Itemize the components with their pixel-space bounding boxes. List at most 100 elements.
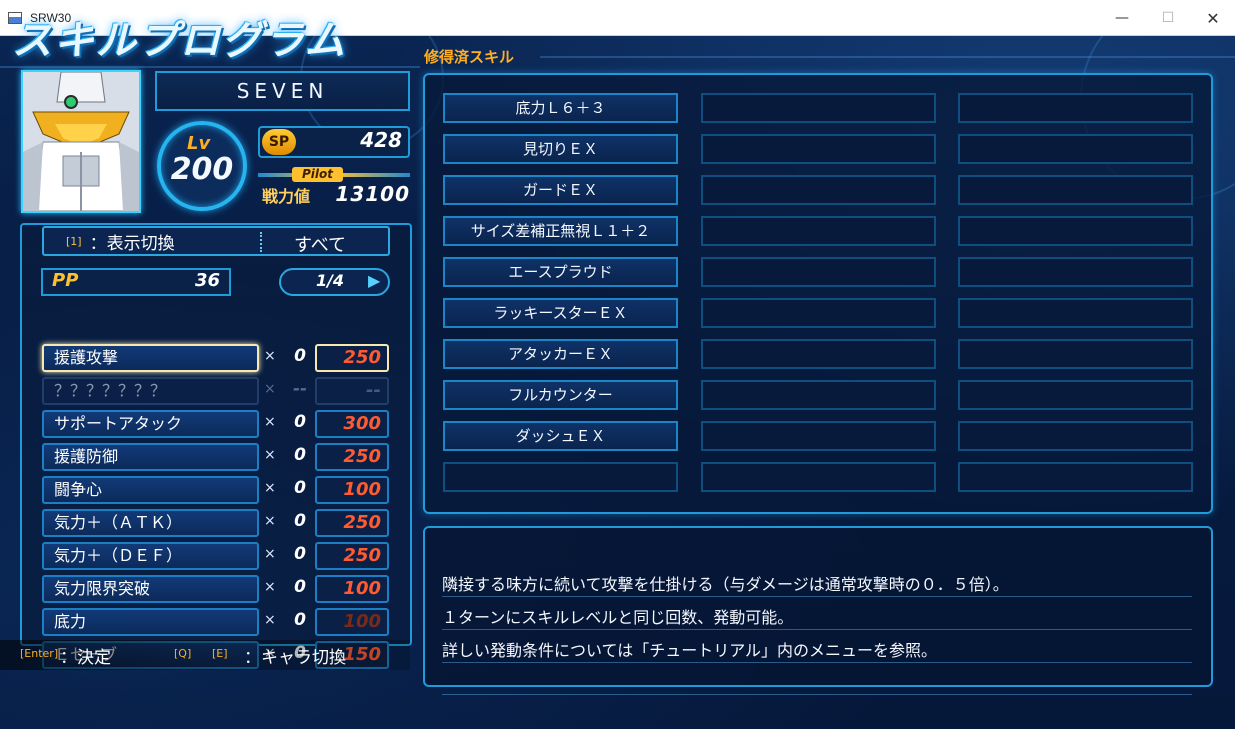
- empty-skill-slot[interactable]: [958, 93, 1193, 123]
- empty-skill-slot[interactable]: [701, 298, 936, 328]
- minimize-button[interactable]: —: [1099, 0, 1145, 36]
- empty-skill-slot[interactable]: [958, 257, 1193, 287]
- toggle-divider: [260, 232, 262, 252]
- empty-skill-slot[interactable]: [701, 257, 936, 287]
- empty-skill-slot[interactable]: [443, 462, 678, 492]
- multiply-icon: ×: [264, 447, 276, 463]
- empty-skill-slot[interactable]: [958, 421, 1193, 451]
- skill-list-item[interactable]: 気力＋（ＡＴＫ） × 0 250: [42, 509, 392, 537]
- acquired-skill-slot[interactable]: ラッキースターＥＸ: [443, 298, 678, 328]
- skill-cost: 250: [315, 443, 389, 471]
- empty-skill-slot[interactable]: [701, 462, 936, 492]
- description-line: 隣接する味方に続いて攻撃を仕掛ける（与ダメージは通常攻撃時の０．５倍）。: [442, 575, 1009, 594]
- multiply-icon: ×: [264, 381, 276, 397]
- acquired-skill-slot[interactable]: 底力Ｌ６＋３: [443, 93, 678, 123]
- empty-skill-slot[interactable]: [701, 421, 936, 451]
- skill-name: ？？？？？？？: [42, 377, 259, 405]
- empty-skill-slot[interactable]: [958, 298, 1193, 328]
- skill-count: 0: [294, 577, 306, 597]
- acquired-skill-slot[interactable]: エースプラウド: [443, 257, 678, 287]
- enter-key-hint: [Enter]: [20, 647, 59, 660]
- skill-list-item[interactable]: 気力限界突破 × 0 100: [42, 575, 392, 603]
- skill-count: 0: [294, 346, 306, 366]
- description-line: 詳しい発動条件については「チュートリアル」内のメニューを参照。: [442, 641, 938, 660]
- empty-skill-slot[interactable]: [701, 216, 936, 246]
- acquired-skill-slot[interactable]: アタッカーＥＸ: [443, 339, 678, 369]
- next-page-icon[interactable]: ▶: [368, 271, 380, 290]
- acquired-skill-slot[interactable]: ダッシュＥＸ: [443, 421, 678, 451]
- acquired-skill-slot[interactable]: ガードＥＸ: [443, 175, 678, 205]
- skill-cost: 100: [315, 476, 389, 504]
- skill-list-item[interactable]: サポートアタック × 0 300: [42, 410, 392, 438]
- empty-skill-slot[interactable]: [701, 93, 936, 123]
- skill-count: 0: [294, 511, 306, 531]
- level-value: 200: [170, 152, 234, 187]
- empty-skill-slot[interactable]: [958, 134, 1193, 164]
- skill-list-item[interactable]: 気力＋（ＤＥＦ） × 0 250: [42, 542, 392, 570]
- acquired-skills-title: 修得済スキル: [424, 48, 515, 66]
- skill-name: 気力＋（ＡＴＫ）: [42, 509, 259, 537]
- skill-list-item[interactable]: 底力 × 0 100: [42, 608, 392, 636]
- empty-skill-slot[interactable]: [958, 380, 1193, 410]
- skill-count: 0: [294, 478, 306, 498]
- pp-value: 36: [194, 270, 220, 291]
- switch-character-label[interactable]: ：キャラ切換: [244, 643, 346, 668]
- skill-name: 気力限界突破: [42, 575, 259, 603]
- skill-cost: 300: [315, 410, 389, 438]
- skill-count: 0: [294, 610, 306, 630]
- empty-skill-slot[interactable]: [701, 380, 936, 410]
- skill-name: サポートアタック: [42, 410, 259, 438]
- description-line: １ターンにスキルレベルと同じ回数、発動可能。: [442, 608, 794, 627]
- empty-skill-slot[interactable]: [958, 339, 1193, 369]
- filter-value: すべて: [294, 235, 347, 256]
- skill-count: 0: [294, 412, 306, 432]
- confirm-label[interactable]: ：決定: [60, 643, 111, 668]
- skill-list-item[interactable]: 援護攻撃 × 0 250: [42, 344, 392, 372]
- empty-skill-slot[interactable]: [701, 134, 936, 164]
- acquired-skill-slot[interactable]: フルカウンター: [443, 380, 678, 410]
- skill-list-item[interactable]: ？？？？？？？ × -- --: [42, 377, 392, 405]
- toggle-label: ：表示切換: [89, 233, 175, 254]
- skill-list-item[interactable]: 援護防御 × 0 250: [42, 443, 392, 471]
- multiply-icon: ×: [264, 348, 276, 364]
- e-key-hint: [E]: [212, 647, 228, 660]
- display-toggle[interactable]: [1] ：表示切換 すべて: [42, 226, 390, 256]
- skill-count: 0: [294, 544, 306, 564]
- multiply-icon: ×: [264, 414, 276, 430]
- skill-name: 援護防御: [42, 443, 259, 471]
- description-rule: [442, 596, 1192, 597]
- empty-skill-slot[interactable]: [958, 462, 1193, 492]
- skill-cost: 250: [315, 509, 389, 537]
- description-rule: [442, 629, 1192, 630]
- acquired-skill-slot[interactable]: 見切りＥＸ: [443, 134, 678, 164]
- acquired-skill-slot[interactable]: サイズ差補正無視Ｌ１＋２: [443, 216, 678, 246]
- empty-skill-slot[interactable]: [701, 339, 936, 369]
- empty-skill-slot[interactable]: [701, 175, 936, 205]
- skill-list-item[interactable]: 闘争心 × 0 100: [42, 476, 392, 504]
- skill-name: 底力: [42, 608, 259, 636]
- pp-label: PP: [52, 270, 79, 291]
- multiply-icon: ×: [264, 546, 276, 562]
- skill-cost: 100: [315, 608, 389, 636]
- description-rule: [442, 694, 1192, 695]
- multiply-icon: ×: [264, 579, 276, 595]
- skill-count: 0: [294, 445, 306, 465]
- description-rule: [442, 662, 1192, 663]
- skill-cost: --: [315, 377, 389, 405]
- pilot-name-plate: SEVEN: [155, 71, 410, 111]
- multiply-icon: ×: [264, 480, 276, 496]
- power-label: 戦力値: [262, 187, 311, 206]
- screen-title: スキルプログラム: [12, 18, 347, 64]
- level-label: Lv: [187, 133, 211, 154]
- multiply-icon: ×: [264, 513, 276, 529]
- sp-label: SP: [262, 129, 296, 155]
- power-value: 13100: [335, 182, 410, 206]
- close-button[interactable]: ✕: [1190, 0, 1235, 36]
- empty-skill-slot[interactable]: [958, 175, 1193, 205]
- skill-name: 闘争心: [42, 476, 259, 504]
- empty-skill-slot[interactable]: [958, 216, 1193, 246]
- pilot-tag: Pilot: [292, 167, 344, 182]
- skill-cost: 250: [315, 542, 389, 570]
- skill-count: --: [292, 379, 308, 399]
- maximize-button[interactable]: ☐: [1145, 0, 1191, 36]
